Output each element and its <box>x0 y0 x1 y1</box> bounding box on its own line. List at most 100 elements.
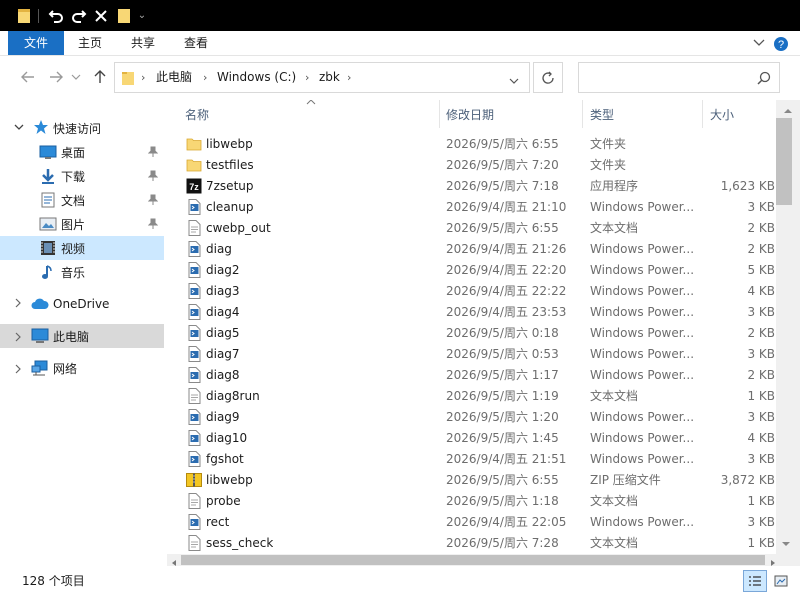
file-name: diag <box>206 242 232 256</box>
refresh-icon[interactable] <box>533 62 563 93</box>
tab-file[interactable]: 文件 <box>8 31 64 55</box>
search-input[interactable] <box>578 62 780 93</box>
file-row[interactable]: libwebp 2026/9/5/周六 6:55 文件夹 <box>167 134 776 155</box>
file-row[interactable]: 7z 7zsetup 2026/9/5/周六 7:18 应用程序 1,623 KB <box>167 176 776 197</box>
expand-chevron-icon[interactable] <box>14 331 22 345</box>
file-row[interactable]: rect 2026/9/4/周五 22:05 Windows Power... 3 K… <box>167 512 776 533</box>
file-row[interactable]: sess_check 2026/9/5/周六 7:28 文本文档 1 KB <box>167 533 776 554</box>
nav-item-documents[interactable]: 文档 <box>0 188 164 212</box>
file-row[interactable]: probe 2026/9/5/周六 1:18 文本文档 1 KB <box>167 491 776 512</box>
file-row[interactable]: fgshot 2026/9/4/周五 21:51 Windows Power... 3… <box>167 449 776 470</box>
file-name: libwebp <box>206 473 253 487</box>
new-folder-icon[interactable] <box>115 0 133 31</box>
back-arrow-icon[interactable] <box>17 66 39 88</box>
column-divider[interactable] <box>439 100 440 128</box>
column-header-size[interactable]: 大小 <box>710 101 734 129</box>
nav-item-downloads[interactable]: 下载 <box>0 164 164 188</box>
scroll-thumb[interactable] <box>776 118 792 205</box>
pin-icon[interactable] <box>147 170 162 185</box>
pin-icon[interactable] <box>147 218 162 233</box>
breadcrumb-separator-icon[interactable]: › <box>347 63 351 92</box>
file-size: 4 KB <box>747 284 775 298</box>
breadcrumb-windows-c[interactable]: Windows (C:) <box>217 63 296 92</box>
large-icons-view-icon[interactable] <box>770 570 792 592</box>
customize-toolbar-chevron-icon[interactable]: ⌄ <box>136 0 148 31</box>
breadcrumb-zbk[interactable]: zbk <box>319 63 340 92</box>
column-header-name[interactable]: 名称 <box>185 101 209 129</box>
column-divider[interactable] <box>582 100 583 128</box>
onedrive-cloud-icon <box>31 297 49 314</box>
pin-icon[interactable] <box>147 146 162 161</box>
file-row[interactable]: testfiles 2026/9/5/周六 7:20 文件夹 <box>167 155 776 176</box>
file-size: 1 KB <box>747 494 775 508</box>
help-icon[interactable]: ? <box>773 36 789 52</box>
expand-chevron-icon[interactable] <box>14 363 22 377</box>
expand-chevron-icon[interactable] <box>14 297 22 311</box>
file-date: 2026/9/4/周五 22:22 <box>446 284 567 298</box>
redo-icon[interactable] <box>69 0 89 31</box>
breadcrumb-separator-icon[interactable]: › <box>305 63 309 92</box>
column-header-type[interactable]: 类型 <box>590 101 614 129</box>
file-type: Windows Power... <box>590 410 695 424</box>
file-date: 2026/9/5/周六 6:55 <box>446 137 559 151</box>
pictures-icon <box>39 216 57 232</box>
file-row[interactable]: diag10 2026/9/5/周六 1:45 Windows Power... 4 … <box>167 428 776 449</box>
undo-icon[interactable] <box>46 0 66 31</box>
file-type: Windows Power... <box>590 347 695 361</box>
breadcrumb-this-pc[interactable]: 此电脑 <box>156 63 192 92</box>
column-divider[interactable] <box>702 100 703 128</box>
expand-chevron-icon[interactable] <box>14 120 24 134</box>
file-row[interactable]: diag2 2026/9/4/周五 22:20 Windows Power... 5 … <box>167 260 776 281</box>
column-header-date[interactable]: 修改日期 <box>446 101 494 129</box>
scroll-up-arrow-icon[interactable] <box>783 103 793 117</box>
powershell-script-icon <box>186 304 202 320</box>
delete-icon[interactable] <box>92 0 110 31</box>
scroll-thumb[interactable] <box>181 555 765 565</box>
recent-locations-chevron-icon[interactable] <box>69 70 83 84</box>
pin-icon[interactable] <box>147 194 162 209</box>
nav-quick-access[interactable]: 快速访问 <box>0 116 164 140</box>
vertical-scrollbar[interactable] <box>776 100 800 554</box>
file-row[interactable]: cwebp_out 2026/9/5/周六 6:55 文本文档 2 KB <box>167 218 776 239</box>
file-row[interactable]: diag3 2026/9/4/周五 22:22 Windows Power... 4 … <box>167 281 776 302</box>
documents-icon <box>39 192 57 208</box>
details-view-icon[interactable] <box>743 570 767 592</box>
file-date: 2026/9/5/周六 1:19 <box>446 389 559 403</box>
file-row[interactable]: diag4 2026/9/4/周五 23:53 Windows Power... 3 … <box>167 302 776 323</box>
file-type: Windows Power... <box>590 431 695 445</box>
tab-share[interactable]: 共享 <box>119 31 167 55</box>
address-bar[interactable]: › 此电脑 › Windows (C:) › zbk › <box>114 62 530 93</box>
nav-item-music[interactable]: 音乐 <box>0 260 164 284</box>
file-date: 2026/9/5/周六 1:45 <box>446 431 559 445</box>
nav-label: 下载 <box>61 169 86 184</box>
file-row[interactable]: libwebp 2026/9/5/周六 6:55 ZIP 压缩文件 3,872 KB <box>167 470 776 491</box>
file-date: 2026/9/4/周五 21:51 <box>446 452 567 466</box>
nav-onedrive[interactable]: OneDrive <box>0 292 164 316</box>
file-row[interactable]: diag9 2026/9/5/周六 1:20 Windows Power... 3 K… <box>167 407 776 428</box>
nav-item-pictures[interactable]: 图片 <box>0 212 164 236</box>
tab-view[interactable]: 查看 <box>172 31 220 55</box>
breadcrumb-separator-icon[interactable]: › <box>141 63 145 92</box>
desktop-icon <box>39 144 57 160</box>
tab-home[interactable]: 主页 <box>66 31 114 55</box>
forward-arrow-icon[interactable] <box>45 66 67 88</box>
file-type: ZIP 压缩文件 <box>590 473 661 487</box>
nav-label: 视频 <box>61 241 86 256</box>
file-row[interactable]: diag5 2026/9/5/周六 0:18 Windows Power... 2 K… <box>167 323 776 344</box>
file-row[interactable]: diag8 2026/9/5/周六 1:17 Windows Power... 2 K… <box>167 365 776 386</box>
horizontal-scrollbar[interactable] <box>167 554 776 566</box>
address-dropdown-chevron-icon[interactable] <box>509 73 521 84</box>
file-row[interactable]: diag8run 2026/9/5/周六 1:19 文本文档 1 KB <box>167 386 776 407</box>
file-row[interactable]: diag7 2026/9/5/周六 0:53 Windows Power... 3 K… <box>167 344 776 365</box>
file-row[interactable]: cleanup 2026/9/4/周五 21:10 Windows Power...… <box>167 197 776 218</box>
nav-network[interactable]: 网络 <box>0 356 164 380</box>
breadcrumb-separator-icon[interactable]: › <box>203 63 207 92</box>
up-arrow-icon[interactable] <box>89 66 111 88</box>
file-size: 3 KB <box>747 347 775 361</box>
ribbon-expand-icon[interactable] <box>752 36 766 50</box>
nav-item-videos[interactable]: 视频 <box>0 236 164 260</box>
nav-this-pc[interactable]: 此电脑 <box>0 324 164 348</box>
scroll-down-arrow-icon[interactable] <box>781 536 791 550</box>
nav-item-desktop[interactable]: 桌面 <box>0 140 164 164</box>
file-row[interactable]: diag 2026/9/4/周五 21:26 Windows Power... 2 K… <box>167 239 776 260</box>
